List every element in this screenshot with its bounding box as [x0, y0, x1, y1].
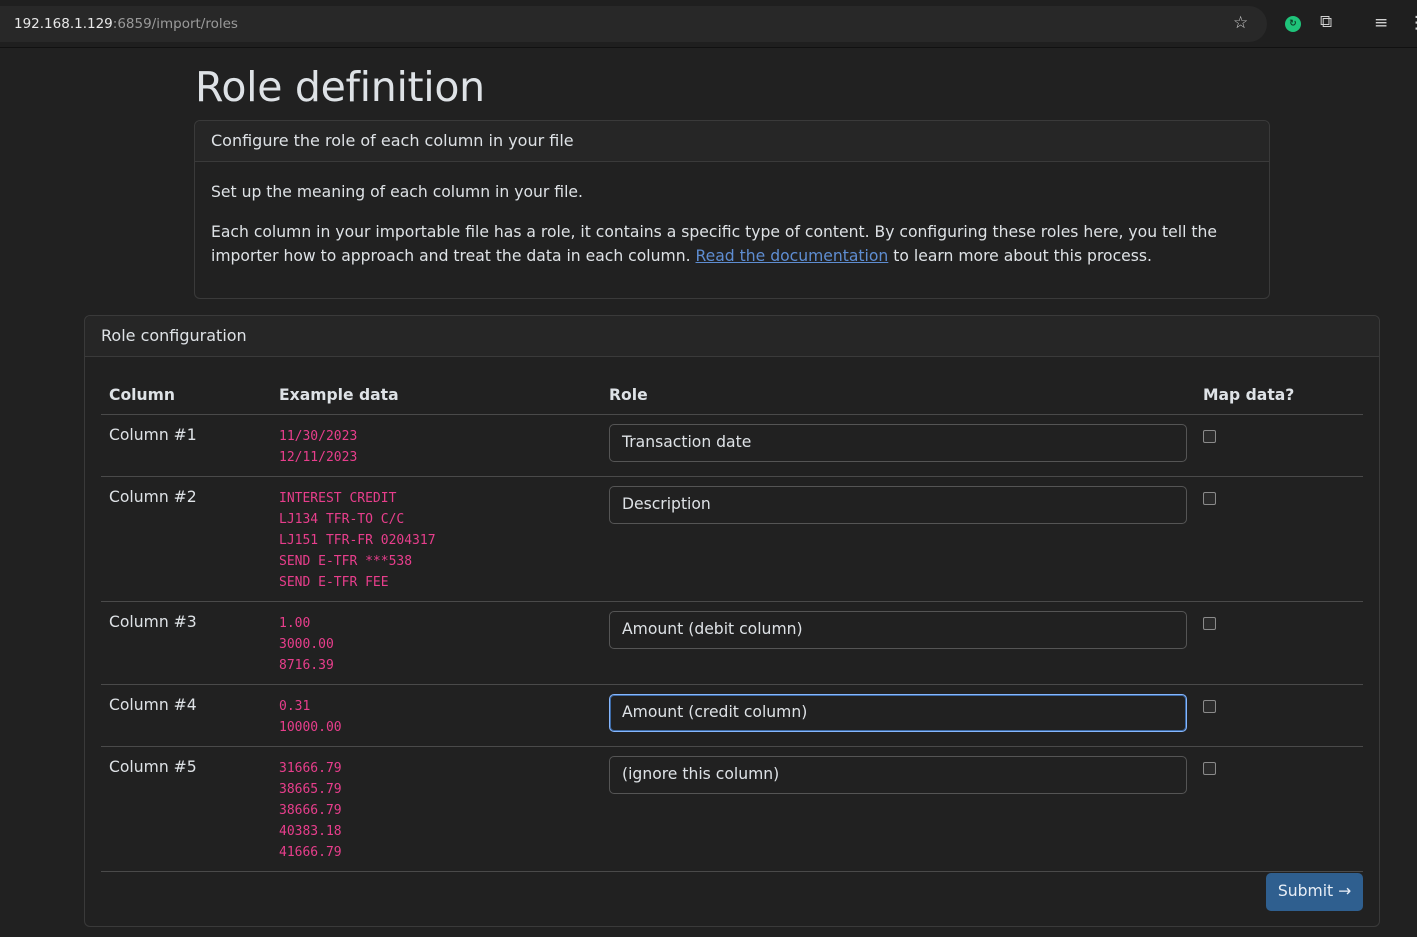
- example-value: 8716.39: [279, 657, 334, 673]
- map-cell: [1195, 746, 1363, 872]
- documentation-link[interactable]: Read the documentation: [696, 247, 889, 265]
- column-header-map: Map data?: [1195, 372, 1363, 415]
- example-value: LJ151 TFR-FR 0204317: [279, 532, 436, 548]
- role-select[interactable]: (ignore this column): [609, 755, 1187, 794]
- example-data-cell: 0.31 10000.00: [271, 684, 601, 747]
- example-value: 1.00: [279, 615, 311, 631]
- role-cell: Transaction date: [601, 414, 1195, 477]
- intro-card: Configure the role of each column in you…: [194, 120, 1270, 299]
- media-queue-icon[interactable]: ≡: [1374, 13, 1388, 33]
- bookmark-star-icon[interactable]: ☆: [1233, 13, 1248, 33]
- column-name: Column #2: [101, 476, 271, 602]
- role-select[interactable]: Amount (credit column): [609, 693, 1187, 732]
- role-cell: Amount (credit column): [601, 684, 1195, 747]
- example-value: SEND E-TFR ***538: [279, 553, 413, 569]
- example-data: INTEREST CREDIT LJ134 TFR-TO C/C LJ151 TFR…: [279, 485, 593, 593]
- intro-paragraph-1: Set up the meaning of each column in you…: [211, 183, 583, 201]
- browser-toolbar: 192.168.1.129:6859/import/roles ☆ ↻ ⧉ ≡ …: [0, 0, 1417, 48]
- intro-paragraph-2-tail: to learn more about this process.: [893, 247, 1152, 265]
- submit-button[interactable]: Submit →: [1266, 873, 1363, 911]
- map-data-checkbox[interactable]: [1203, 761, 1216, 775]
- example-value: 31666.79: [279, 760, 342, 776]
- extension-icon[interactable]: ↻: [1285, 16, 1301, 32]
- table-row: Column #3 1.00 3000.00 8716.39 Amount (debit…: [101, 601, 1363, 685]
- map-cell: [1195, 414, 1363, 477]
- example-value: 0.31: [279, 698, 311, 714]
- example-data: 0.31 10000.00: [279, 693, 593, 738]
- role-cell: Description: [601, 476, 1195, 602]
- address-bar[interactable]: 192.168.1.129:6859/import/roles: [0, 6, 1267, 42]
- example-value: INTEREST CREDIT: [279, 490, 397, 506]
- page-title: Role definition: [195, 63, 485, 111]
- map-data-checkbox[interactable]: [1203, 491, 1216, 505]
- extensions-puzzle-icon[interactable]: ⧉: [1320, 12, 1332, 32]
- role-configuration-header: Role configuration: [85, 316, 1379, 357]
- role-select[interactable]: Description: [609, 485, 1187, 524]
- role-select[interactable]: Transaction date: [609, 423, 1187, 462]
- example-value: 10000.00: [279, 719, 342, 735]
- map-cell: [1195, 476, 1363, 602]
- map-data-checkbox[interactable]: [1203, 699, 1216, 713]
- role-table: Column Example data Role Map data? Colum…: [101, 372, 1363, 872]
- column-name: Column #1: [101, 414, 271, 477]
- column-name: Column #4: [101, 684, 271, 747]
- map-cell: [1195, 601, 1363, 685]
- example-value: 12/11/2023: [279, 449, 358, 465]
- example-value: 3000.00: [279, 636, 334, 652]
- column-name: Column #3: [101, 601, 271, 685]
- intro-paragraph-2: Each column in your importable file has …: [211, 220, 1253, 268]
- role-select[interactable]: Amount (debit column): [609, 610, 1187, 649]
- example-data-cell: 11/30/2023 12/11/2023: [271, 414, 601, 477]
- menu-more-icon[interactable]: ⋮: [1408, 13, 1417, 33]
- column-header-role: Role: [601, 372, 1195, 415]
- role-cell: Amount (debit column): [601, 601, 1195, 685]
- table-row: Column #4 0.31 10000.00 Amount (credit colu…: [101, 684, 1363, 747]
- table-row: Column #5 31666.79 38665.79 38666.79 40383.1…: [101, 746, 1363, 872]
- table-header-row: Column Example data Role Map data?: [101, 372, 1363, 415]
- url-path: :6859/import/roles: [112, 16, 238, 32]
- example-data: 11/30/2023 12/11/2023: [279, 423, 593, 468]
- role-cell: (ignore this column): [601, 746, 1195, 872]
- example-value: 11/30/2023: [279, 428, 358, 444]
- map-data-checkbox[interactable]: [1203, 616, 1216, 630]
- example-value: 40383.18: [279, 823, 342, 839]
- example-data-cell: 31666.79 38665.79 38666.79 40383.18 41666.79: [271, 746, 601, 872]
- column-header-example: Example data: [271, 372, 601, 415]
- example-data-cell: INTEREST CREDIT LJ134 TFR-TO C/C LJ151 TFR…: [271, 476, 601, 602]
- table-row: Column #1 11/30/2023 12/11/2023 Transaction…: [101, 414, 1363, 477]
- url-host: 192.168.1.129: [14, 16, 113, 32]
- map-data-checkbox[interactable]: [1203, 429, 1216, 443]
- example-data: 1.00 3000.00 8716.39: [279, 610, 593, 676]
- column-header-column: Column: [101, 372, 271, 415]
- url-text[interactable]: 192.168.1.129:6859/import/roles: [14, 16, 238, 32]
- example-value: 38665.79: [279, 781, 342, 797]
- intro-card-body: Set up the meaning of each column in you…: [195, 162, 1269, 302]
- example-value: SEND E-TFR FEE: [279, 574, 389, 590]
- column-name: Column #5: [101, 746, 271, 872]
- example-data-cell: 1.00 3000.00 8716.39: [271, 601, 601, 685]
- example-value: 41666.79: [279, 844, 342, 860]
- example-value: LJ134 TFR-TO C/C: [279, 511, 405, 527]
- example-value: 38666.79: [279, 802, 342, 818]
- table-row: Column #2 INTEREST CREDIT LJ134 TFR-TO C/C…: [101, 476, 1363, 602]
- role-configuration-card: Role configuration Column Example data R…: [84, 315, 1380, 927]
- example-data: 31666.79 38665.79 38666.79 40383.18 41666.79: [279, 755, 593, 863]
- map-cell: [1195, 684, 1363, 747]
- intro-card-header: Configure the role of each column in you…: [195, 121, 1269, 162]
